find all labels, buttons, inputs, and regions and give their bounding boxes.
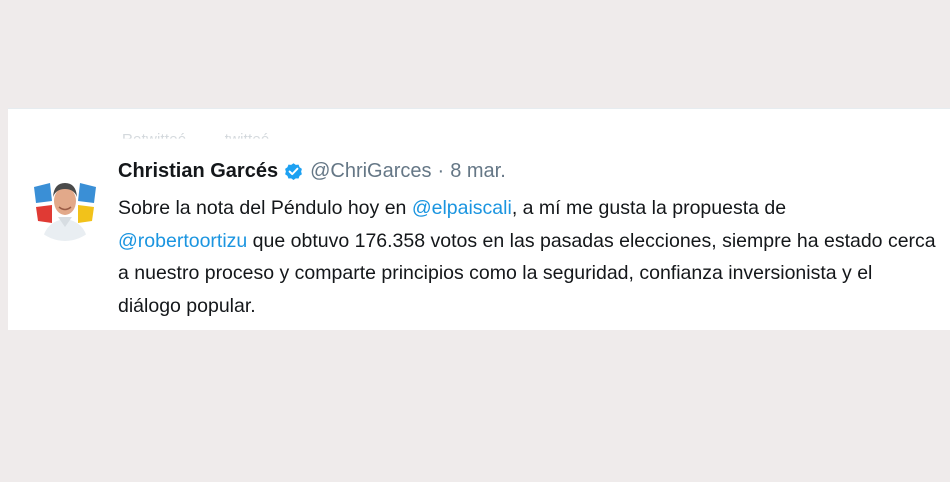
tweet-text-segment: Sobre la nota del Péndulo hoy en (118, 197, 412, 219)
avatar-image (28, 167, 102, 241)
display-name[interactable]: Christian Garcés (118, 160, 278, 183)
retweet-context-label: Retwitteó (122, 131, 187, 148)
tweet-header: Christian Garcés @ChriGarces · 8 mar. (118, 160, 506, 183)
avatar[interactable] (28, 167, 102, 241)
mention-elpaiscali[interactable]: @elpaiscali (412, 197, 512, 219)
user-handle[interactable]: @ChriGarces (310, 160, 431, 183)
verified-badge-icon (283, 161, 304, 182)
tweet-text: Sobre la nota del Péndulo hoy en @elpais… (118, 192, 938, 322)
tweet-date[interactable]: 8 mar. (450, 160, 506, 183)
tweet-card[interactable]: Retwitteó twitteó Christian Garcés @Chri… (8, 108, 950, 330)
mention-robertoortizu[interactable]: @robertoortizu (118, 230, 247, 252)
separator-dot: · (437, 160, 445, 182)
tweet-text-segment: , a mí me gusta la propuesta de (511, 197, 787, 219)
retweet-context: Retwitteó twitteó (122, 131, 303, 148)
retweet-context-label-2: twitteó (224, 131, 270, 148)
